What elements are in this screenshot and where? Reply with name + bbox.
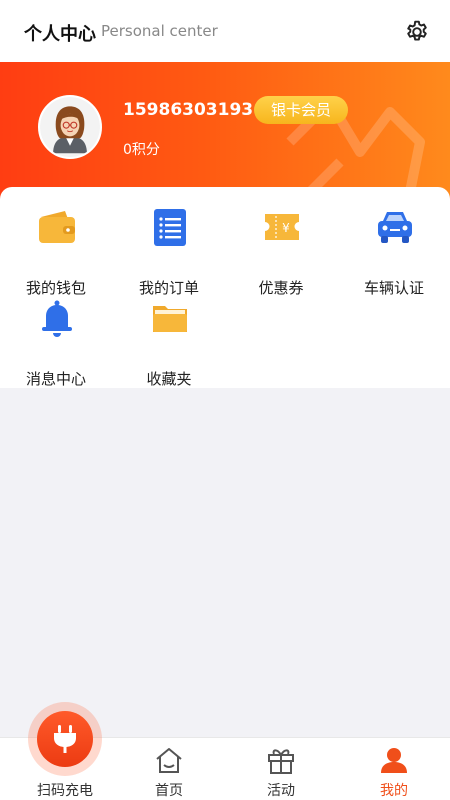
gear-icon[interactable]: [404, 19, 430, 45]
car-icon: [378, 212, 412, 243]
menu-item-label: 消息中心: [25, 370, 86, 388]
avatar[interactable]: [38, 95, 102, 159]
folder-icon: [153, 306, 187, 332]
page-title: 个人中心: [24, 24, 96, 45]
user-phone: 15986303193: [123, 100, 254, 120]
avatar-image: [40, 97, 100, 157]
tab-activity[interactable]: 活动: [236, 738, 326, 800]
feature-menu: 我的钱包 我的订单 ¥ 优惠券 车辆认证 消息中心 收藏夹: [0, 187, 450, 388]
top-header: 个人中心 Personal center: [0, 0, 450, 62]
home-icon: [156, 748, 182, 773]
coupon-icon: ¥: [265, 214, 299, 240]
gift-icon: [268, 749, 294, 774]
menu-item-orders[interactable]: 我的订单: [124, 207, 214, 297]
scan-charge-label[interactable]: 扫码充电: [25, 780, 105, 800]
menu-item-label: 收藏夹: [146, 370, 192, 388]
menu-item-messages[interactable]: 消息中心: [11, 298, 101, 388]
profile-banner: 15986303193 银卡会员 0积分: [0, 62, 450, 207]
menu-item-coupons[interactable]: ¥ 优惠券: [236, 207, 326, 297]
page-subtitle: Personal center: [101, 22, 218, 40]
member-level-badge[interactable]: 银卡会员: [254, 96, 348, 124]
menu-item-wallet[interactable]: 我的钱包: [11, 207, 101, 297]
menu-item-vehicle[interactable]: 车辆认证: [349, 207, 439, 297]
tab-mine[interactable]: 我的: [349, 738, 439, 800]
menu-item-label: 我的订单: [138, 279, 199, 297]
tab-label: 活动: [267, 783, 295, 799]
plug-icon: [54, 725, 76, 753]
order-list-icon: [154, 209, 186, 246]
bell-icon: [42, 300, 72, 337]
menu-item-favorites[interactable]: 收藏夹: [124, 298, 214, 388]
tab-label: 我的: [380, 783, 408, 799]
svg-text:¥: ¥: [282, 221, 290, 235]
tab-label: 首页: [155, 783, 183, 799]
user-icon: [381, 748, 407, 773]
scan-charge-button[interactable]: [37, 711, 93, 767]
menu-item-label: 优惠券: [258, 279, 304, 297]
menu-item-label: 车辆认证: [363, 279, 424, 297]
user-points[interactable]: 0积分: [123, 139, 160, 159]
menu-item-label: 我的钱包: [25, 279, 86, 297]
wallet-icon: [39, 211, 75, 243]
tab-home[interactable]: 首页: [124, 738, 214, 800]
